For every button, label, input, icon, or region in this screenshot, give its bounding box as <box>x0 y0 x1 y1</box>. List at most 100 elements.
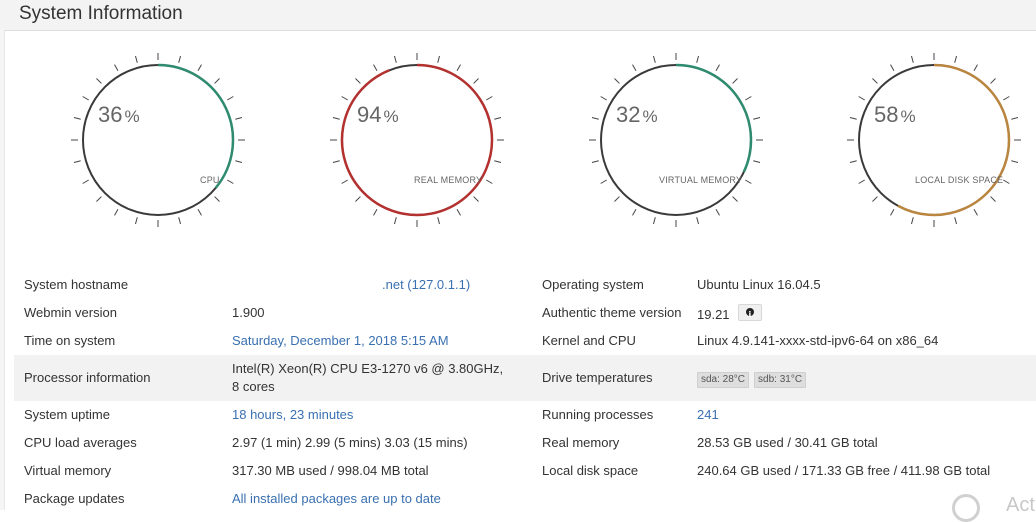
gauge-tick <box>652 217 656 225</box>
webmin-version-value: 1.900 <box>232 305 265 320</box>
processes-label: Running processes <box>542 407 654 422</box>
uptime-label: System uptime <box>24 407 110 422</box>
info-icon[interactable] <box>737 304 762 324</box>
gauge-tick <box>890 64 895 71</box>
package-updates-link[interactable]: All installed packages are up to date <box>232 490 441 508</box>
gauge-tick <box>82 96 89 101</box>
gauge-value-arc <box>340 63 494 217</box>
gauge-tick <box>214 196 220 202</box>
gauge-tick <box>214 78 220 84</box>
info-row: System hostname .net (127.0.1.1) Operati… <box>14 271 1036 299</box>
kernel-label: Kernel and CPU <box>542 333 636 348</box>
info-row: CPU load averages 2.97 (1 min) 2.99 (5 m… <box>14 429 1036 457</box>
theme-version-value: 19.21 <box>697 304 762 324</box>
gauge-value-arc <box>157 63 235 189</box>
gauge-tick <box>1011 116 1019 120</box>
gauge-tick <box>178 55 182 63</box>
real-memory-percent-symbol: % <box>383 107 399 126</box>
gauge-tick <box>96 78 102 84</box>
cpu-gauge-label: CPU <box>200 175 220 185</box>
gauge-tick <box>96 196 102 202</box>
gauge-tick <box>890 209 895 216</box>
local-disk-gauge-dial <box>847 53 1021 227</box>
processor-label: Processor information <box>24 370 151 385</box>
virtual-memory-gauge-label: VIRTUAL MEMORY <box>659 175 743 185</box>
gauge-tick <box>600 179 607 184</box>
gauge-tick <box>652 55 656 63</box>
gauge-tick <box>355 196 361 202</box>
gauge-tick <box>910 217 914 225</box>
gauge-tick <box>849 116 857 120</box>
gauge-tick <box>227 179 234 184</box>
virtual-memory-label: Virtual memory <box>24 463 112 478</box>
gauge-tick <box>849 160 857 164</box>
virtual-memory-value: 317.30 MB used / 998.04 MB total <box>232 463 429 478</box>
page-header: System Information <box>0 0 1036 31</box>
gauge-tick <box>753 116 761 120</box>
real-memory-label: Real memory <box>542 435 620 450</box>
gauge-value-arc <box>897 63 1011 217</box>
processor-value: Intel(R) Xeon(R) CPU E3-1270 v6 @ 3.80GH… <box>232 361 504 394</box>
gauge-value-arc <box>675 63 753 173</box>
os-value: Ubuntu Linux 16.04.5 <box>697 277 821 292</box>
gauge-tick <box>178 217 182 225</box>
virtual-memory-percent-symbol: % <box>642 107 658 126</box>
gauge-tick <box>1003 179 1010 184</box>
gauge-tick <box>990 78 996 84</box>
gauge-tick <box>494 160 502 164</box>
gauge-tick <box>456 64 461 71</box>
gauge-tick <box>954 55 958 63</box>
uptime-link[interactable]: 18 hours, 23 minutes <box>232 406 353 424</box>
gauge-tick <box>632 64 637 71</box>
gauge-tick <box>591 116 599 120</box>
info-row: Webmin version 1.900 Authentic theme ver… <box>14 299 1036 327</box>
gauge-tick <box>235 160 243 164</box>
local-disk-percent-value: 58 <box>874 102 899 127</box>
sda-temp-badge: sda: 28°C <box>697 372 750 388</box>
gauge-tick <box>486 96 493 101</box>
time-link[interactable]: Saturday, December 1, 2018 5:15 AM <box>232 332 449 350</box>
gauge-tick <box>73 160 81 164</box>
real-memory-gauge-percent: 94% <box>357 102 399 128</box>
gauge-tick <box>614 78 620 84</box>
cpu-gauge-dial <box>71 53 245 227</box>
hostname-label: System hostname <box>24 277 129 292</box>
cpu-gauge: 36% CPU <box>64 52 264 252</box>
gauge-tick <box>715 209 720 216</box>
real-memory-gauge-label: REAL MEMORY <box>414 175 483 185</box>
gauge-tick <box>393 217 397 225</box>
gauge-tick <box>732 196 738 202</box>
gauge-tick <box>1003 96 1010 101</box>
info-row: Processor information Intel(R) Xeon(R) C… <box>14 355 1036 401</box>
theme-version-number: 19.21 <box>697 307 730 322</box>
gauge-tick <box>732 78 738 84</box>
gauge-tick <box>696 55 700 63</box>
left-edge <box>0 30 5 510</box>
time-label: Time on system <box>24 333 116 348</box>
real-memory-gauge-dial <box>330 53 504 227</box>
gauge-tick <box>197 64 202 71</box>
gauge-tick <box>696 217 700 225</box>
gauge-tick <box>437 55 441 63</box>
system-info-table: System hostname .net (127.0.1.1) Operati… <box>14 271 1036 513</box>
kernel-value: Linux 4.9.141-xxxx-std-ipv6-64 on x86_64 <box>697 333 939 348</box>
hostname-link[interactable]: .net (127.0.1.1) <box>382 276 470 294</box>
disk-space-label: Local disk space <box>542 463 639 478</box>
cpu-percent-value: 36 <box>98 102 123 127</box>
gauge-tick <box>134 217 138 225</box>
gauge-tick <box>745 179 752 184</box>
local-disk-gauge-percent: 58% <box>874 102 916 128</box>
info-row: Virtual memory 317.30 MB used / 998.04 M… <box>14 457 1036 485</box>
load-value: 2.97 (1 min) 2.99 (5 mins) 3.03 (15 mins… <box>232 435 468 450</box>
processes-link[interactable]: 241 <box>697 406 719 424</box>
local-disk-percent-symbol: % <box>900 107 916 126</box>
gauge-tick <box>332 116 340 120</box>
gauge-tick <box>910 55 914 63</box>
info-row: Time on system Saturday, December 1, 201… <box>14 327 1036 355</box>
gauge-tick <box>614 196 620 202</box>
gauge-tick <box>73 116 81 120</box>
webmin-version-label: Webmin version <box>24 305 117 320</box>
gauge-tick <box>332 160 340 164</box>
gauge-tick <box>591 160 599 164</box>
page-title: System Information <box>19 3 183 24</box>
